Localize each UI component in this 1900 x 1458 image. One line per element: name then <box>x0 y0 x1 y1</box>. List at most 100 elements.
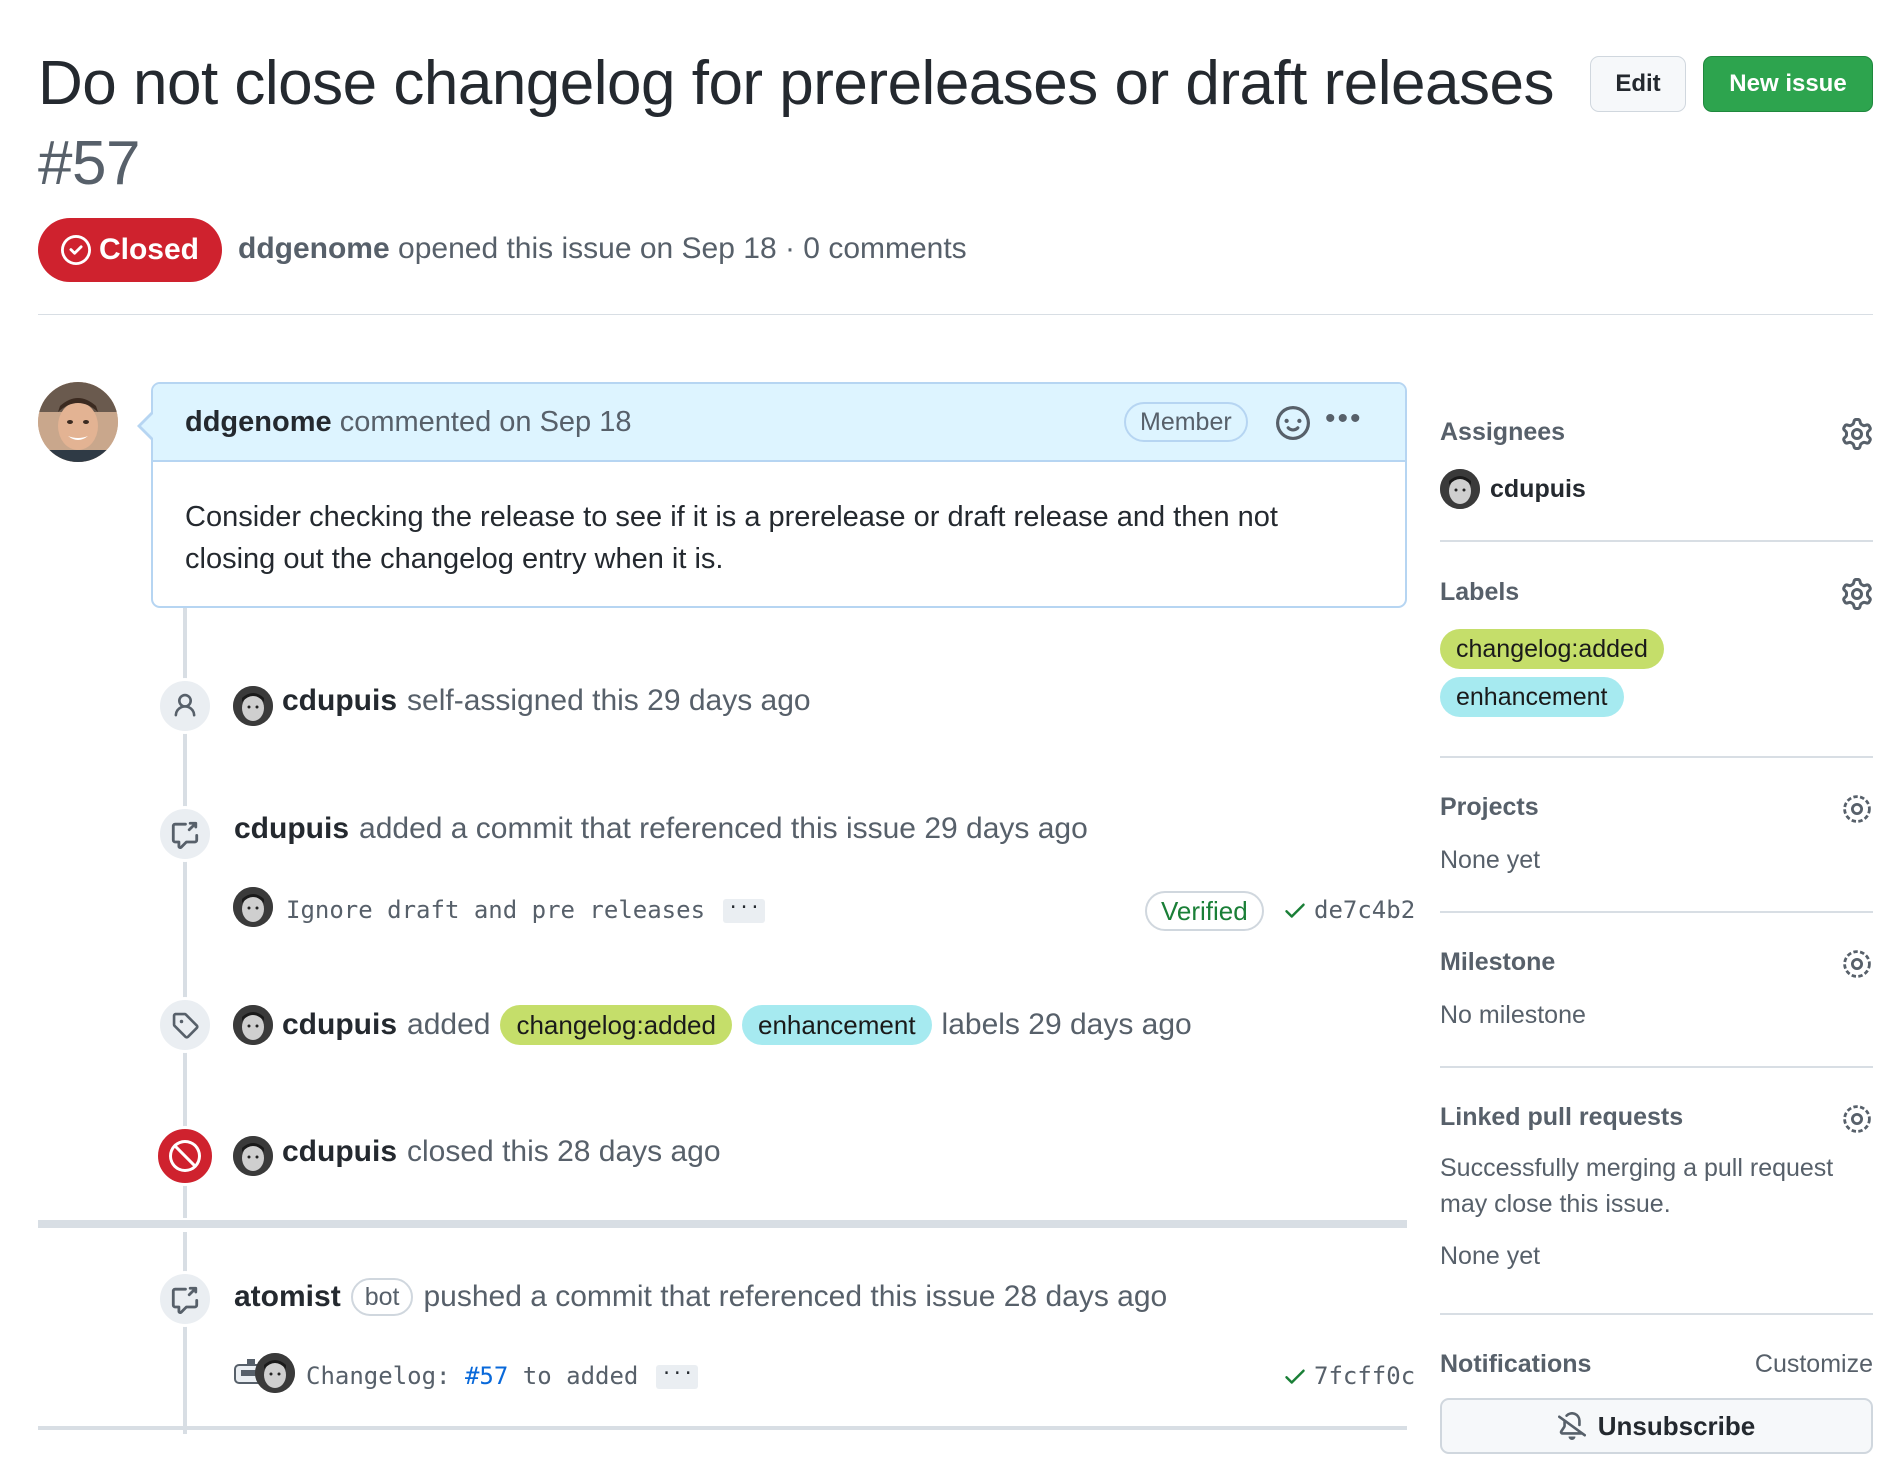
label-enhancement[interactable]: enhancement <box>741 1005 932 1045</box>
comment-options-icon[interactable]: ••• <box>1325 402 1363 436</box>
gear-icon[interactable] <box>1841 578 1873 610</box>
check-icon <box>1285 1369 1305 1384</box>
tag-badge <box>157 997 213 1053</box>
circle-slash-icon <box>169 1140 201 1172</box>
commit-message-prefix[interactable]: Changelog: <box>306 1362 451 1390</box>
sidebar-divider <box>1440 756 1873 758</box>
assignee-name[interactable]: cdupuis <box>1490 475 1586 504</box>
bell-slash-icon <box>1557 1412 1586 1440</box>
sidebar-labels: Labels changelog:added enhancement <box>1440 578 1873 717</box>
issue-link[interactable]: #57 <box>465 1362 508 1390</box>
milestone-value: No milestone <box>1440 1001 1586 1029</box>
event-commit-referenced: cdupuis added a commit that referenced t… <box>234 812 1088 846</box>
event-actor-link[interactable]: cdupuis <box>282 1135 397 1169</box>
issue-closed-icon <box>60 235 91 265</box>
event-closed: cdupuis closed this 28 days ago <box>282 1135 721 1169</box>
commit-sha[interactable]: de7c4b2 <box>1282 896 1415 924</box>
closed-badge <box>155 1126 215 1186</box>
event-text: closed this 28 days ago <box>407 1135 721 1168</box>
event-text-added: added <box>407 1008 491 1041</box>
comment-body: Consider checking the release to see if … <box>185 501 1278 575</box>
commit-message[interactable]: Ignore draft and pre releases ··· <box>286 896 766 924</box>
person-badge <box>157 678 213 734</box>
avatar-ddgenome[interactable] <box>38 382 118 462</box>
assignee-item[interactable]: cdupuis <box>1440 469 1873 509</box>
avatar-stack[interactable] <box>233 1353 295 1393</box>
label-changelog-added[interactable]: changelog:added <box>500 1005 732 1045</box>
comment-action[interactable]: commented on Sep 18 <box>340 406 632 438</box>
commit-sha-text[interactable]: 7fcff0c <box>1314 1362 1415 1390</box>
event-self-assigned: cdupuis self-assigned this 29 days ago <box>282 684 811 718</box>
event-text: added a commit that referenced this issu… <box>359 812 1088 845</box>
event-actor-link[interactable]: atomist <box>234 1280 341 1314</box>
expand-commit-button[interactable]: ··· <box>723 899 766 923</box>
gear-icon[interactable] <box>1841 948 1873 980</box>
commit-message-suffix[interactable]: to added <box>523 1362 639 1390</box>
assignees-heading[interactable]: Assignees <box>1440 418 1873 447</box>
avatar-cdupuis[interactable] <box>233 1005 273 1045</box>
sidebar-divider <box>1440 1066 1873 1068</box>
tag-icon <box>172 1012 199 1039</box>
event-text: pushed a commit that referenced this iss… <box>423 1280 1168 1313</box>
event-actor-link[interactable]: cdupuis <box>282 684 397 718</box>
avatar-cdupuis[interactable] <box>233 1136 273 1176</box>
timeline-line-lower <box>183 1232 187 1434</box>
issue-comment: ddgenome commented on Sep 18 Member ••• … <box>137 382 1407 608</box>
commit-sha[interactable]: 7fcff0c <box>1282 1362 1415 1390</box>
event-pushed: atomist bot pushed a commit that referen… <box>234 1278 1167 1316</box>
projects-value: None yet <box>1440 846 1541 874</box>
comment-header: ddgenome commented on Sep 18 Member ••• <box>153 384 1405 462</box>
header-divider <box>38 314 1873 315</box>
milestone-heading[interactable]: Milestone <box>1440 948 1873 977</box>
timeline-divider <box>38 1220 1407 1228</box>
comment-author-link[interactable]: ddgenome <box>185 406 332 438</box>
unsubscribe-button[interactable]: Unsubscribe <box>1440 1398 1873 1454</box>
avatar-cdupuis[interactable] <box>255 1353 295 1393</box>
sidebar-divider <box>1440 1313 1873 1315</box>
bot-badge: bot <box>350 1278 414 1316</box>
edit-button[interactable]: Edit <box>1590 56 1686 112</box>
unsubscribe-label[interactable]: Unsubscribe <box>1598 1411 1756 1442</box>
add-reaction-icon[interactable] <box>1276 406 1310 440</box>
comment-author-line: ddgenome commented on Sep 18 <box>185 406 632 439</box>
avatar-cdupuis[interactable] <box>233 887 273 927</box>
cross-reference-icon <box>171 1286 199 1314</box>
check-icon <box>1285 903 1305 918</box>
avatar-cdupuis[interactable] <box>1440 469 1480 509</box>
sidebar-assignees: Assignees cdupuis <box>1440 418 1873 509</box>
new-issue-button[interactable]: New issue <box>1703 56 1873 112</box>
cross-reference-badge <box>157 1271 213 1327</box>
issue-title: Do not close changelog for prereleases o… <box>38 44 1578 204</box>
avatar-cdupuis[interactable] <box>233 686 273 726</box>
event-actor-link[interactable]: cdupuis <box>282 1008 397 1042</box>
projects-heading[interactable]: Projects <box>1440 793 1873 822</box>
labels-heading[interactable]: Labels <box>1440 578 1873 607</box>
linked-prs-value: None yet <box>1440 1242 1541 1270</box>
cross-reference-badge <box>157 806 213 862</box>
event-actor-link[interactable]: cdupuis <box>234 812 349 846</box>
event-labels-added: cdupuis added changelog:added enhancemen… <box>282 1005 1192 1045</box>
timeline-divider <box>38 1426 1407 1430</box>
sidebar-projects: Projects None yet <box>1440 793 1873 878</box>
linked-prs-heading[interactable]: Linked pull requests <box>1440 1103 1873 1132</box>
commit-sha-text[interactable]: de7c4b2 <box>1314 896 1415 924</box>
event-text: self-assigned this 29 days ago <box>407 684 811 717</box>
gear-icon[interactable] <box>1841 418 1873 450</box>
sidebar-label-enhancement[interactable]: enhancement <box>1440 677 1624 717</box>
issue-author-link[interactable]: ddgenome <box>238 232 390 265</box>
expand-commit-button[interactable]: ··· <box>656 1365 699 1389</box>
linked-prs-desc: Successfully merging a pull request may … <box>1440 1154 1834 1218</box>
customize-link[interactable]: Customize <box>1755 1350 1873 1379</box>
commit-message-text[interactable]: Ignore draft and pre releases <box>286 896 705 924</box>
sidebar-divider <box>1440 540 1873 542</box>
sidebar-notifications: Notifications Customize <box>1440 1350 1873 1379</box>
event-text: labels 29 days ago <box>941 1008 1192 1041</box>
verified-badge[interactable]: Verified <box>1145 891 1264 931</box>
commit-message[interactable]: Changelog: #57 to added ··· <box>306 1362 699 1390</box>
gear-icon[interactable] <box>1841 793 1873 825</box>
gear-icon[interactable] <box>1841 1103 1873 1135</box>
issue-meta: ddgenome opened this issue on Sep 18 · 0… <box>238 232 967 266</box>
sidebar-divider <box>1440 911 1873 913</box>
sidebar-label-changelog-added[interactable]: changelog:added <box>1440 629 1664 669</box>
cross-reference-icon <box>171 821 199 849</box>
